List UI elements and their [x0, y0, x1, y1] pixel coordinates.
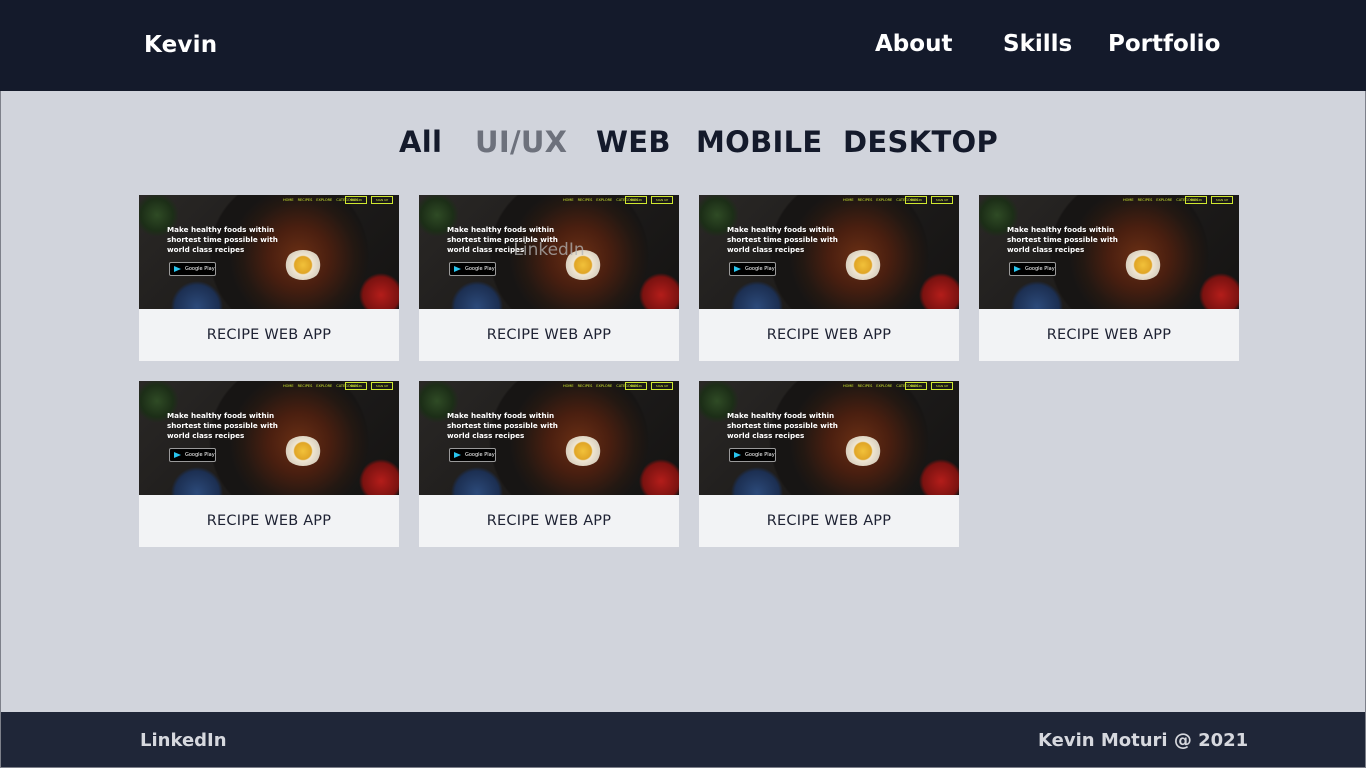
project-title: RECIPE WEB APP — [766, 513, 892, 529]
project-title: RECIPE WEB APP — [206, 513, 332, 529]
filter-web[interactable]: WEB — [596, 125, 671, 159]
nav-link-about[interactable]: About — [875, 31, 952, 57]
main-nav: About Skills Portfolio — [0, 31, 1366, 63]
project-card[interactable]: HOME RECIPES EXPLORE CATEGORIES SIGN IN SIG… — [699, 381, 959, 547]
project-title: RECIPE WEB APP — [486, 327, 612, 343]
filter-ui-ux[interactable]: UI/UX — [475, 125, 567, 159]
filter-mobile[interactable]: MOBILE — [696, 125, 823, 159]
nav-link-portfolio[interactable]: Portfolio — [1108, 31, 1220, 57]
filter-desktop[interactable]: DESKTOP — [843, 125, 998, 159]
category-filter-bar: All UI/UX WEB MOBILE DESKTOP — [0, 125, 1366, 165]
site-footer: LinkedIn Kevin Moturi @ 2021 — [0, 712, 1366, 768]
nav-link-skills[interactable]: Skills — [1003, 31, 1072, 57]
footer-linkedin-link[interactable]: LinkedIn — [140, 730, 227, 751]
project-card[interactable]: HOME RECIPES EXPLORE CATEGORIES SIGN IN SIG… — [139, 381, 399, 547]
project-card[interactable]: HOME RECIPES EXPLORE CATEGORIES SIGN IN SIG… — [419, 381, 679, 547]
filter-all[interactable]: All — [399, 125, 442, 159]
project-title: RECIPE WEB APP — [1046, 327, 1172, 343]
project-card[interactable]: HOME RECIPES EXPLORE CATEGORIES SIGN IN SIG… — [419, 195, 679, 361]
footer-copyright: Kevin Moturi @ 2021 — [1038, 730, 1249, 751]
hover-overlay-label — [419, 381, 679, 495]
project-title: RECIPE WEB APP — [486, 513, 612, 529]
site-header: Kevin About Skills Portfolio — [0, 0, 1366, 91]
project-card[interactable]: HOME RECIPES EXPLORE CATEGORIES SIGN IN SIG… — [979, 195, 1239, 361]
hover-overlay-label — [699, 381, 959, 495]
project-card[interactable]: HOME RECIPES EXPLORE CATEGORIES SIGN IN SIG… — [139, 195, 399, 361]
project-card[interactable]: HOME RECIPES EXPLORE CATEGORIES SIGN IN SIG… — [699, 195, 959, 361]
hover-overlay-label — [139, 195, 399, 309]
hover-overlay-label — [699, 195, 959, 309]
hover-overlay-label: LinkedIn — [513, 240, 585, 260]
hover-overlay-label — [139, 381, 399, 495]
hover-overlay-label — [979, 195, 1239, 309]
project-title: RECIPE WEB APP — [206, 327, 332, 343]
project-title: RECIPE WEB APP — [766, 327, 892, 343]
